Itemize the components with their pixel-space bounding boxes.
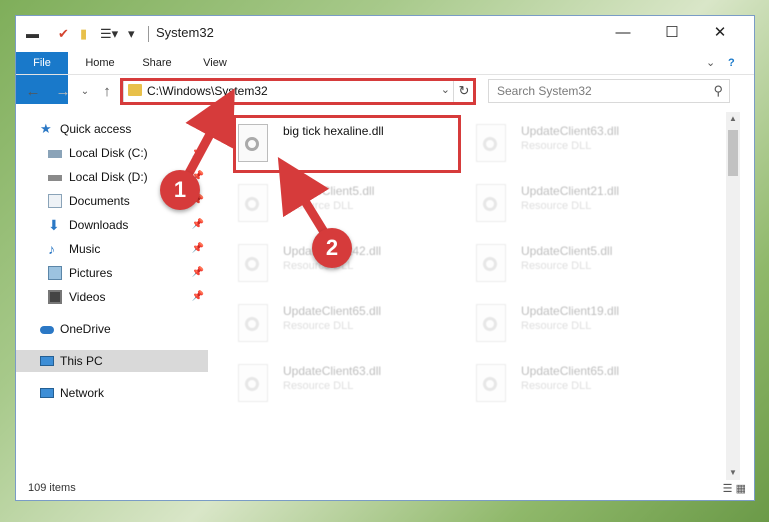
arrow-1 (184, 88, 235, 178)
annotation-arrows (184, 88, 330, 235)
callout-2: 2 (312, 228, 352, 268)
callout-1: 1 (160, 170, 200, 210)
arrow-2 (277, 157, 330, 235)
